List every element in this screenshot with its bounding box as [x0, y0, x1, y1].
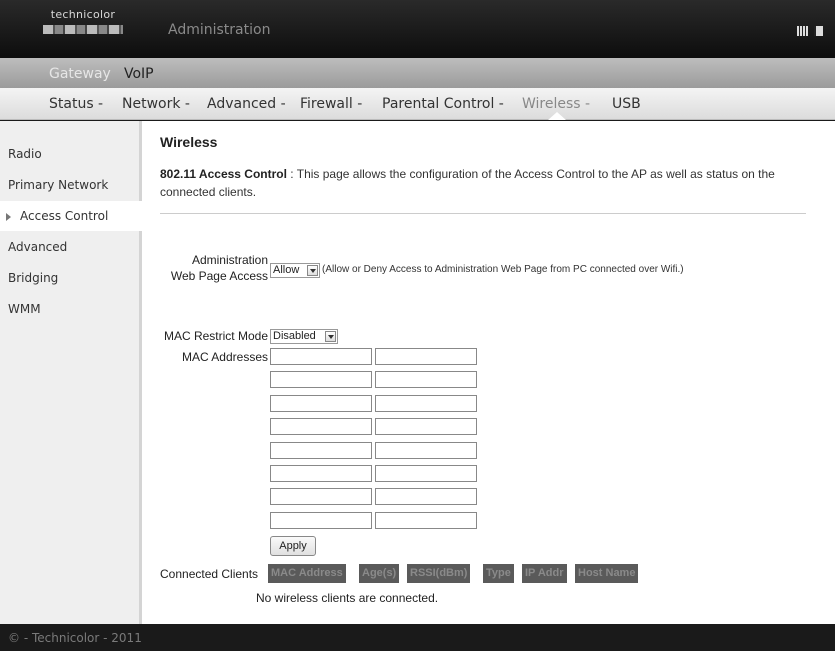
clients-header-rssi: RSSI(dBm) — [407, 564, 471, 583]
chevron-down-icon — [325, 331, 336, 342]
mac-restrict-mode-select[interactable]: Disabled — [270, 329, 338, 344]
sidebar-item-label: Access Control — [20, 209, 109, 223]
admin-access-value: Allow — [273, 264, 300, 276]
active-tab-caret-icon — [548, 112, 566, 120]
mac-address-input[interactable] — [270, 511, 372, 529]
mac-address-input[interactable] — [375, 348, 477, 365]
clients-header-age: Age(s) — [359, 564, 400, 583]
page-description: 802.11 Access Control : This page allows… — [160, 165, 820, 201]
nav-parental-control[interactable]: Parental Control - — [382, 96, 504, 112]
top-nav: Gateway VoIP — [0, 58, 835, 88]
logo-graphic — [43, 25, 123, 34]
mac-address-input[interactable] — [375, 488, 477, 506]
sidebar-item-primary-network[interactable]: Primary Network — [0, 170, 142, 200]
header-bar: technicolor Administration — [0, 0, 835, 58]
mac-addresses-label: MAC Addresses — [181, 350, 268, 364]
description-heading: 802.11 Access Control — [160, 167, 287, 181]
apply-button[interactable]: Apply — [270, 536, 316, 556]
nav-firewall[interactable]: Firewall - — [300, 96, 362, 112]
clients-header-mac: MAC Address — [268, 564, 346, 583]
main-area: Radio Primary Network Access Control Adv… — [0, 121, 835, 624]
chevron-down-icon — [307, 265, 318, 276]
language-switcher — [797, 26, 823, 36]
footer: © - Technicolor - 2011 — [0, 624, 835, 651]
mac-address-input[interactable] — [375, 465, 477, 482]
technicolor-logo[interactable]: technicolor — [42, 8, 124, 48]
admin-access-note: (Allow or Deny Access to Administration … — [322, 264, 684, 275]
nav-gateway[interactable]: Gateway — [49, 66, 111, 82]
admin-access-label-line2: Web Page Access — [170, 269, 268, 283]
clients-header-type: Type — [483, 564, 514, 583]
connected-clients-label: Connected Clients — [160, 567, 259, 581]
mac-address-input[interactable] — [270, 348, 372, 365]
copyright-text: © - Technicolor - 2011 — [8, 631, 142, 645]
mac-address-input[interactable] — [270, 441, 372, 459]
sidebar-item-label: WMM — [8, 302, 41, 316]
clients-header-ip: IP Addr — [522, 564, 567, 583]
mac-address-input[interactable] — [270, 371, 372, 389]
header-title: Administration — [168, 22, 271, 38]
mac-address-input[interactable] — [375, 441, 477, 459]
page-title: Wireless — [160, 134, 218, 150]
sidebar: Radio Primary Network Access Control Adv… — [0, 121, 142, 624]
arrow-right-icon — [6, 213, 11, 221]
nav-network[interactable]: Network - — [122, 96, 190, 112]
mac-address-input[interactable] — [375, 394, 477, 412]
language-icon-english[interactable] — [814, 26, 823, 36]
sidebar-item-label: Advanced — [8, 240, 68, 254]
admin-access-label-line1: Administration — [191, 253, 268, 267]
nav-usb[interactable]: USB — [612, 96, 641, 112]
sidebar-item-label: Primary Network — [8, 178, 109, 192]
nav-status[interactable]: Status - — [49, 96, 103, 112]
mac-address-input[interactable] — [375, 511, 477, 529]
sidebar-item-access-control[interactable]: Access Control — [0, 201, 142, 231]
no-clients-message: No wireless clients are connected. — [256, 591, 439, 605]
sidebar-item-radio[interactable]: Radio — [0, 139, 142, 169]
clients-header-hostname: Host Name — [575, 564, 639, 583]
main-nav: Status - Network - Advanced - Firewall -… — [0, 88, 835, 120]
mac-address-input[interactable] — [270, 465, 372, 482]
language-icon-chinese[interactable] — [797, 26, 808, 36]
admin-access-label: Administration Web Page Access — [160, 252, 268, 284]
mac-address-input[interactable] — [375, 371, 477, 389]
mac-restrict-mode-value: Disabled — [273, 330, 316, 342]
mac-address-input[interactable] — [270, 488, 372, 506]
sidebar-item-wmm[interactable]: WMM — [0, 294, 142, 324]
mac-restrict-mode-label: MAC Restrict Mode — [163, 329, 268, 343]
mac-address-input[interactable] — [270, 394, 372, 412]
sidebar-item-bridging[interactable]: Bridging — [0, 263, 142, 293]
sidebar-item-label: Bridging — [8, 271, 59, 285]
sidebar-item-advanced[interactable]: Advanced — [0, 232, 142, 262]
nav-wireless[interactable]: Wireless - — [522, 96, 590, 112]
admin-access-select[interactable]: Allow — [270, 263, 320, 278]
nav-voip[interactable]: VoIP — [124, 66, 154, 82]
divider — [160, 213, 806, 214]
sidebar-item-label: Radio — [8, 147, 42, 161]
mac-address-input[interactable] — [270, 418, 372, 436]
logo-text: technicolor — [50, 8, 116, 21]
mac-address-input[interactable] — [375, 418, 477, 436]
nav-advanced[interactable]: Advanced - — [207, 96, 286, 112]
